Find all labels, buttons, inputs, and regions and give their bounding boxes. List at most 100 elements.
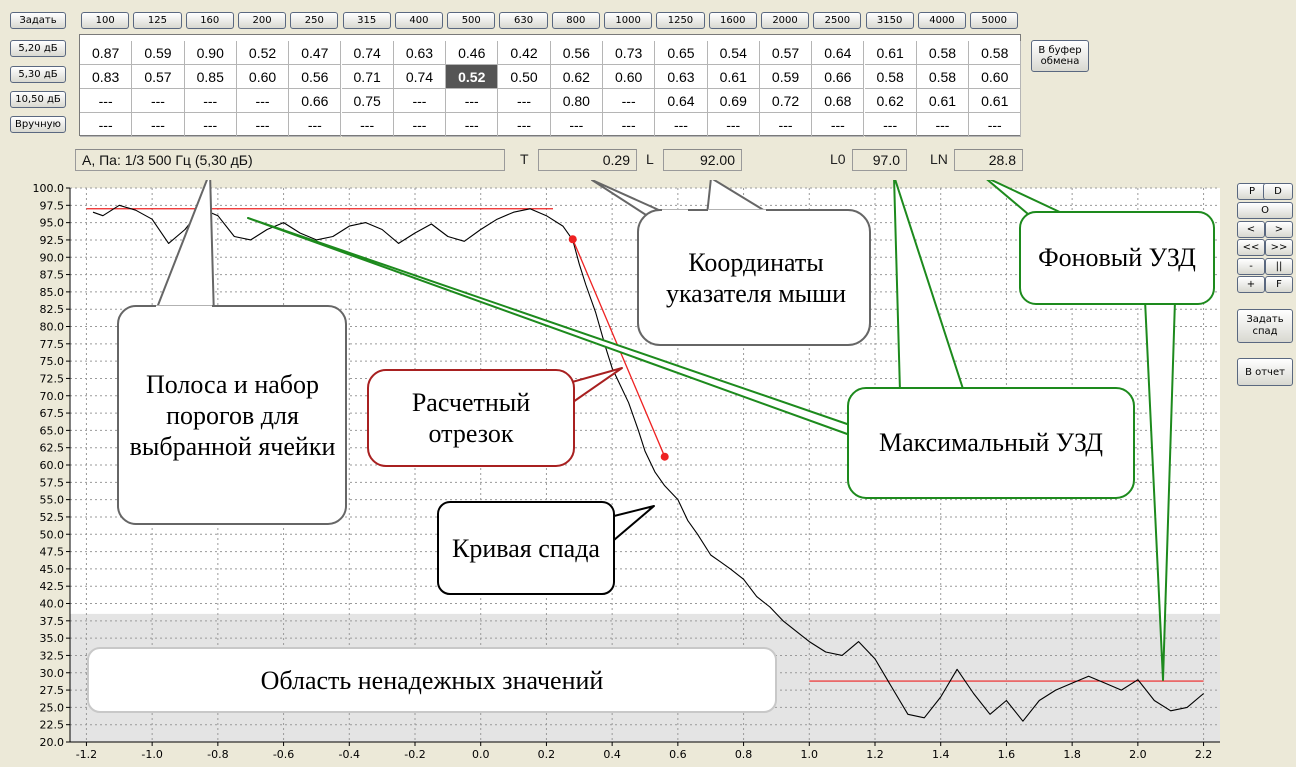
- fast-left-button[interactable]: <<: [1237, 239, 1265, 256]
- step-right-button[interactable]: >: [1265, 221, 1293, 238]
- freq-button-2500[interactable]: 2500: [813, 12, 862, 29]
- freq-button-315[interactable]: 315: [342, 12, 391, 29]
- freq-button-1600[interactable]: 1600: [708, 12, 757, 29]
- table-cell[interactable]: 0.60: [969, 65, 1022, 89]
- table-cell[interactable]: 0.68: [812, 89, 865, 113]
- table-cell[interactable]: 0.73: [603, 41, 656, 65]
- table-cell[interactable]: 0.59: [132, 41, 185, 65]
- freq-button-100[interactable]: 100: [81, 12, 130, 29]
- set-button[interactable]: Задать: [10, 12, 66, 29]
- table-cell[interactable]: 0.74: [341, 41, 394, 65]
- pause-button[interactable]: ||: [1265, 258, 1293, 275]
- table-cell[interactable]: 0.58: [916, 41, 970, 65]
- table-cell[interactable]: ---: [446, 113, 499, 137]
- table-cell[interactable]: 0.42: [498, 41, 551, 65]
- table-cell[interactable]: ---: [498, 113, 551, 137]
- freq-button-800[interactable]: 800: [551, 12, 600, 29]
- freq-button-250[interactable]: 250: [290, 12, 339, 29]
- freq-button-400[interactable]: 400: [394, 12, 444, 29]
- table-cell[interactable]: 0.63: [655, 65, 708, 89]
- o-button[interactable]: O: [1237, 202, 1293, 219]
- plus-button[interactable]: +: [1237, 276, 1265, 293]
- table-cell[interactable]: ---: [655, 113, 708, 137]
- table-cell[interactable]: 0.66: [812, 65, 865, 89]
- table-cell[interactable]: 0.57: [759, 41, 813, 65]
- table-cell[interactable]: 0.63: [393, 41, 447, 65]
- freq-button-160[interactable]: 160: [185, 12, 234, 29]
- table-cell[interactable]: ---: [759, 113, 813, 137]
- threshold-row-button[interactable]: Вручную: [10, 116, 66, 133]
- table-cell[interactable]: ---: [393, 113, 447, 137]
- table-cell[interactable]: 0.58: [916, 65, 970, 89]
- minus-button[interactable]: -: [1237, 258, 1265, 275]
- freq-button-630[interactable]: 630: [499, 12, 548, 29]
- table-cell[interactable]: 0.52: [236, 41, 290, 65]
- table-cell[interactable]: 0.90: [184, 41, 237, 65]
- table-cell[interactable]: ---: [603, 89, 656, 113]
- table-cell[interactable]: 0.52: [446, 65, 499, 89]
- table-cell[interactable]: 0.83: [80, 65, 133, 89]
- table-cell[interactable]: 0.47: [289, 41, 342, 65]
- set-decay-button[interactable]: Задать спад: [1237, 309, 1293, 343]
- table-cell[interactable]: 0.71: [341, 65, 394, 89]
- table-cell[interactable]: 0.46: [446, 41, 499, 65]
- table-cell[interactable]: ---: [132, 113, 185, 137]
- table-cell[interactable]: ---: [393, 89, 447, 113]
- table-cell[interactable]: 0.54: [707, 41, 760, 65]
- freq-button-200[interactable]: 200: [237, 12, 287, 29]
- copy-to-clipboard-button[interactable]: В буфер обмена: [1031, 40, 1089, 72]
- table-cell[interactable]: 0.58: [969, 41, 1022, 65]
- threshold-row-button[interactable]: 5,20 дБ: [10, 40, 66, 57]
- table-cell[interactable]: 0.61: [864, 41, 917, 65]
- table-cell[interactable]: 0.80: [550, 89, 603, 113]
- freq-button-3150[interactable]: 3150: [865, 12, 914, 29]
- table-cell[interactable]: 0.60: [603, 65, 656, 89]
- table-cell[interactable]: 0.57: [132, 65, 185, 89]
- table-cell[interactable]: ---: [446, 89, 499, 113]
- table-cell[interactable]: 0.65: [655, 41, 708, 65]
- table-cell[interactable]: 0.62: [864, 89, 917, 113]
- table-cell[interactable]: ---: [550, 113, 603, 137]
- table-cell[interactable]: ---: [236, 113, 290, 137]
- table-cell[interactable]: ---: [864, 113, 917, 137]
- table-cell[interactable]: 0.50: [498, 65, 551, 89]
- table-cell[interactable]: 0.85: [184, 65, 237, 89]
- table-cell[interactable]: ---: [916, 113, 970, 137]
- fast-right-button[interactable]: >>: [1265, 239, 1293, 256]
- table-cell[interactable]: 0.56: [289, 65, 342, 89]
- table-cell[interactable]: 0.60: [236, 65, 290, 89]
- table-cell[interactable]: 0.61: [969, 89, 1022, 113]
- table-cell[interactable]: ---: [289, 113, 342, 137]
- table-cell[interactable]: 0.62: [550, 65, 603, 89]
- table-cell[interactable]: 0.69: [707, 89, 760, 113]
- table-cell[interactable]: ---: [603, 113, 656, 137]
- table-cell[interactable]: ---: [812, 113, 865, 137]
- freq-button-1000[interactable]: 1000: [604, 12, 653, 29]
- table-cell[interactable]: ---: [969, 113, 1022, 137]
- table-cell[interactable]: ---: [80, 89, 133, 113]
- table-cell[interactable]: 0.75: [341, 89, 394, 113]
- table-cell[interactable]: ---: [132, 89, 185, 113]
- d-button[interactable]: D: [1263, 183, 1293, 200]
- table-cell[interactable]: 0.87: [80, 41, 133, 65]
- table-cell[interactable]: ---: [184, 89, 237, 113]
- table-cell[interactable]: 0.74: [393, 65, 447, 89]
- freq-button-4000[interactable]: 4000: [917, 12, 967, 29]
- table-cell[interactable]: ---: [707, 113, 760, 137]
- freq-button-125[interactable]: 125: [133, 12, 182, 29]
- freq-button-1250[interactable]: 1250: [656, 12, 705, 29]
- freq-button-500[interactable]: 500: [447, 12, 496, 29]
- table-cell[interactable]: ---: [184, 113, 237, 137]
- table-cell[interactable]: 0.58: [864, 65, 917, 89]
- threshold-row-button[interactable]: 5,30 дБ: [10, 66, 66, 83]
- table-cell[interactable]: ---: [498, 89, 551, 113]
- freq-button-5000[interactable]: 5000: [970, 12, 1019, 29]
- table-cell[interactable]: 0.61: [707, 65, 760, 89]
- table-cell[interactable]: ---: [341, 113, 394, 137]
- f-button[interactable]: F: [1265, 276, 1293, 293]
- step-left-button[interactable]: <: [1237, 221, 1265, 238]
- decay-chart[interactable]: -1.2 -1.0 -0.8 -0.6 -0.4 -0.2 0.0 0.2 0.4 0.6 0.8 1…: [0, 180, 1230, 767]
- table-cell[interactable]: 0.56: [550, 41, 603, 65]
- table-cell[interactable]: 0.61: [916, 89, 970, 113]
- table-cell[interactable]: 0.64: [812, 41, 865, 65]
